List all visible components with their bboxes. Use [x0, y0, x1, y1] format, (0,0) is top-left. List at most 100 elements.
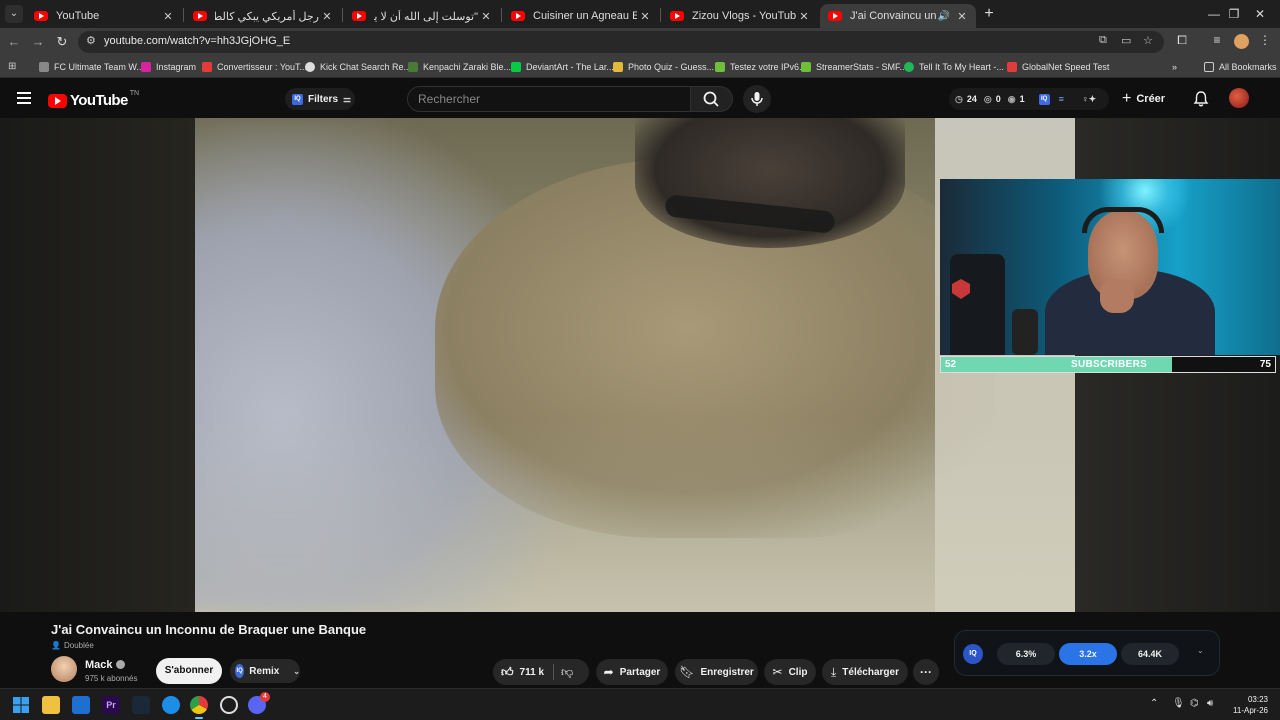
profile-avatar[interactable]	[1234, 34, 1249, 49]
share-button[interactable]: ➦ Partager	[596, 659, 668, 685]
bookmark-item[interactable]: Kenpachi Zaraki Ble...	[408, 59, 511, 75]
extensions-puzzle-icon[interactable]: ⧠	[1173, 33, 1191, 48]
url-text[interactable]: youtube.com/watch?v=hh3JGjOHG_E	[104, 35, 290, 47]
browser-tab-2[interactable]: رجل أمريكي يبكي كالطفل عندما ✕	[185, 4, 341, 28]
save-button[interactable]: 🔖︎ Enregistrer	[675, 659, 758, 685]
channel-avatar[interactable]	[51, 656, 77, 682]
iq-logo-icon[interactable]: IQ	[963, 644, 983, 664]
github-icon[interactable]	[220, 696, 238, 714]
bookmark-label: Tell It To My Heart -...	[919, 62, 1004, 72]
tray-mic-icon[interactable]: 🎙︎	[1172, 698, 1185, 709]
filters-button[interactable]: IQ Filters ⚌	[285, 88, 355, 110]
browser-tab-4[interactable]: Cuisiner un Agneau Entier sous ✕	[503, 4, 659, 28]
browser-tab-3[interactable]: "توسلت إلى الله أن لا يكون الإسلا ✕	[344, 4, 500, 28]
microphone-shape	[1012, 309, 1038, 355]
forward-arrow-icon[interactable]: →	[29, 33, 47, 51]
steam-icon[interactable]	[132, 696, 150, 714]
browser-tab-1[interactable]: YouTube ✕	[26, 4, 182, 28]
browser-tab-5[interactable]: Zizou Vlogs - YouTube ✕	[662, 4, 818, 28]
cast-icon[interactable]: ▭	[1121, 34, 1131, 47]
reading-list-icon[interactable]: ≡	[1208, 33, 1226, 47]
chevron-down-icon[interactable]: ⌄	[1197, 646, 1204, 655]
speaker-icon[interactable]: 🔊	[938, 11, 950, 22]
account-avatar[interactable]	[1229, 88, 1249, 108]
like-button[interactable]: 👍︎ 711 k	[501, 659, 544, 685]
chrome-icon[interactable]	[190, 696, 208, 719]
reload-icon[interactable]: ↻	[53, 33, 71, 51]
create-button[interactable]: + Créer	[1122, 88, 1182, 110]
address-bar[interactable]: ⚙ youtube.com/watch?v=hh3JGjOHG_E ⧉ ▭ ☆	[78, 31, 1164, 53]
bookmarks-overflow-icon[interactable]: »	[1172, 59, 1177, 75]
clock-time: 03:23	[1247, 695, 1268, 704]
browser-tab-active[interactable]: J'ai Convaincu un Inconnu d 🔊 ✕	[820, 4, 976, 28]
bookmark-favicon	[613, 62, 623, 72]
bookmark-favicon	[305, 62, 315, 72]
all-bookmarks-folder[interactable]: All Bookmarks	[1204, 59, 1277, 75]
voice-search-button[interactable]	[743, 85, 771, 113]
subscribe-button[interactable]: S'abonner	[156, 658, 222, 684]
tab-close-icon[interactable]: ✕	[796, 10, 812, 23]
bookmark-item[interactable]: DeviantArt - The Lar...	[511, 59, 614, 75]
save-label: Enregistrer	[700, 666, 754, 678]
network-icon[interactable]: ⌬	[1190, 698, 1199, 709]
tab-search-chevron-icon[interactable]: ⌄	[5, 5, 23, 23]
bookmark-favicon	[715, 62, 725, 72]
bookmark-item[interactable]: FC Ultimate Team W...	[39, 59, 144, 75]
tab-close-icon[interactable]: ✕	[160, 10, 176, 23]
iq-stat-views: 64.4K	[1121, 643, 1179, 665]
new-tab-button[interactable]: +	[980, 4, 998, 24]
hamburger-menu-icon[interactable]	[17, 92, 31, 104]
bookmark-item[interactable]: Photo Quiz - Guess...	[613, 59, 714, 75]
site-info-icon[interactable]: ⚙	[86, 34, 96, 47]
tab-close-icon[interactable]: ✕	[954, 10, 970, 23]
bookmark-item[interactable]: Convertisseur : YouT...	[202, 59, 307, 75]
iq-stat-percent: 6.3%	[997, 643, 1055, 665]
kebab-menu-icon[interactable]: ⋮	[1256, 33, 1274, 47]
download-label: Télécharger	[842, 666, 899, 678]
windows-taskbar: Pr 4 ⌃ 🎙︎ ⌬ 🔊︎ 03:23 11-Apr-26	[0, 688, 1280, 720]
windows-start-icon[interactable]	[12, 696, 30, 714]
deviantart-icon	[511, 62, 521, 72]
bookmark-item[interactable]: Testez votre IPv6.	[715, 59, 802, 75]
bookmark-label: Kenpachi Zaraki Ble...	[423, 62, 512, 72]
close-window-icon[interactable]: ✕	[1240, 4, 1280, 24]
tab-close-icon[interactable]: ✕	[637, 10, 653, 23]
instagram-icon	[141, 62, 151, 72]
back-arrow-icon[interactable]: ←	[5, 33, 23, 51]
channel-name[interactable]: Mack	[85, 659, 125, 671]
bookmark-item[interactable]: StreamerStats - SMF...	[801, 59, 907, 75]
bookmark-item[interactable]: GlobalNet Speed Test	[1007, 59, 1109, 75]
subscriber-current: 52	[945, 359, 957, 370]
youtube-favicon-icon	[352, 11, 366, 21]
chevron-down-icon: ⌄	[293, 666, 300, 676]
bookmark-item[interactable]: Kick Chat Search Re...	[305, 59, 411, 75]
search-input[interactable]: Rechercher	[407, 86, 691, 112]
translate-icon[interactable]: ⧉	[1099, 34, 1107, 47]
volume-icon[interactable]: 🔊︎	[1207, 698, 1213, 709]
outlook-icon[interactable]	[72, 696, 90, 714]
tray-overflow-icon[interactable]: ⌃	[1150, 698, 1158, 709]
file-explorer-icon[interactable]	[42, 696, 60, 714]
download-button[interactable]: ⤓ Télécharger	[822, 659, 908, 685]
youtube-logo[interactable]: YouTube TN	[48, 90, 139, 109]
discord-icon[interactable]: 4	[248, 692, 270, 714]
app-icon[interactable]	[162, 696, 180, 714]
dislike-button[interactable]: 👎︎	[561, 659, 573, 685]
more-actions-icon[interactable]: ···	[913, 659, 939, 685]
remix-button[interactable]: IQ Remix ⌄	[230, 659, 300, 683]
bookmark-item[interactable]: Instagram	[141, 59, 196, 75]
clip-button[interactable]: ✂ Clip	[764, 659, 816, 685]
premiere-pro-icon[interactable]: Pr	[102, 696, 120, 714]
tab-title: "توسلت إلى الله أن لا يكون الإسلا	[374, 10, 478, 23]
notifications-bell-icon[interactable]	[1192, 90, 1210, 108]
tab-close-icon[interactable]: ✕	[478, 10, 494, 23]
search-button[interactable]	[691, 86, 733, 112]
tab-close-icon[interactable]: ✕	[319, 10, 335, 23]
extension-stats-pill[interactable]: ◷ 24 ◎ 0 ◉ 1 IQ ≡ ♀✦	[949, 88, 1109, 110]
apps-grid-icon[interactable]: ⊞	[8, 61, 19, 72]
bookmark-star-icon[interactable]: ☆	[1143, 34, 1153, 47]
tab-title: YouTube	[56, 10, 100, 22]
system-clock[interactable]: 03:23 11-Apr-26	[1222, 694, 1268, 716]
bookmark-item[interactable]: Tell It To My Heart -...	[904, 59, 1004, 75]
clip-label: Clip	[788, 666, 808, 678]
